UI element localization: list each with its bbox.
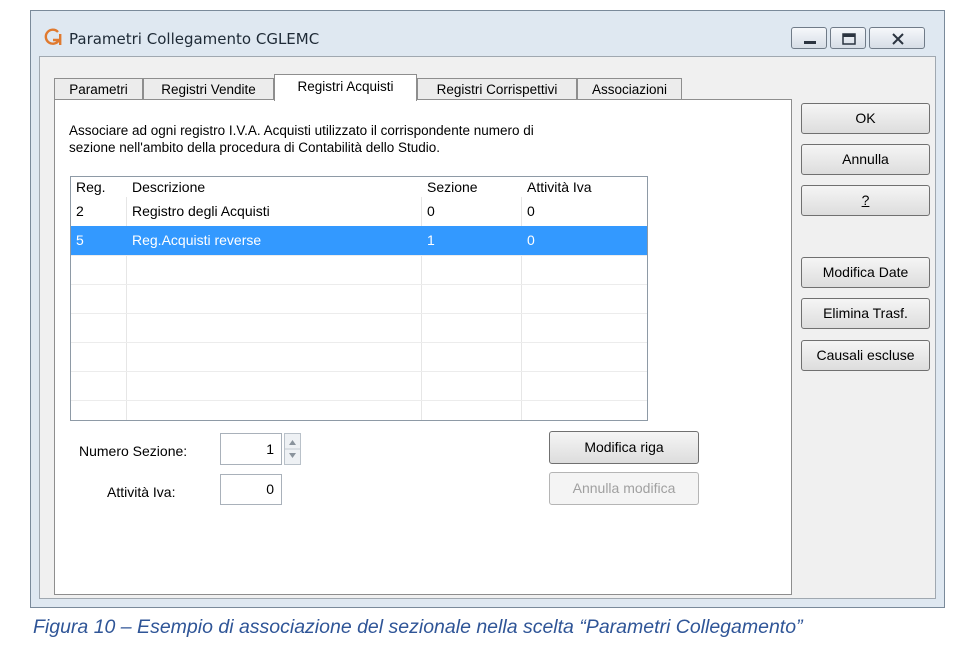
- attivita-iva-input[interactable]: 0: [220, 474, 282, 505]
- registri-table[interactable]: Reg. Descrizione Sezione Attività Iva 2: [70, 176, 648, 421]
- row-divider: [71, 400, 647, 401]
- row-divider: [71, 255, 647, 256]
- cell-reg: 5: [76, 232, 84, 248]
- table-row-selected[interactable]: 5 Reg.Acquisti reverse 1 0: [71, 226, 647, 255]
- instruction-line-2: sezione nell'ambito della procedura di C…: [69, 140, 441, 155]
- minimize-icon: [804, 41, 816, 44]
- minimize-button[interactable]: [791, 27, 827, 49]
- causali-escluse-button[interactable]: Causali escluse: [801, 340, 930, 371]
- instruction-line-1: Associare ad ogni registro I.V.A. Acquis…: [69, 123, 534, 138]
- elimina-trasf-button[interactable]: Elimina Trasf.: [801, 298, 930, 329]
- help-button[interactable]: ?: [801, 185, 930, 216]
- numero-sezione-spinner[interactable]: [284, 433, 301, 465]
- tab-parametri[interactable]: Parametri: [54, 78, 143, 100]
- close-icon: [892, 33, 904, 45]
- attivita-iva-label: Attività Iva:: [107, 484, 176, 500]
- app-logo-icon: [44, 28, 62, 45]
- ok-button[interactable]: OK: [801, 103, 930, 134]
- tab-registri-acquisti[interactable]: Registri Acquisti: [274, 74, 417, 101]
- numero-sezione-input[interactable]: 1: [220, 433, 282, 465]
- cell-descrizione: Registro degli Acquisti: [132, 203, 270, 219]
- figure-caption: Figura 10 – Esempio di associazione del …: [33, 616, 803, 638]
- row-divider: [71, 342, 647, 343]
- table-row[interactable]: 2 Registro degli Acquisti 0 0: [71, 197, 647, 226]
- numero-sezione-label: Numero Sezione:: [79, 443, 188, 459]
- tab-panel-registri-acquisti: Associare ad ogni registro I.V.A. Acquis…: [54, 99, 792, 595]
- modifica-date-button[interactable]: Modifica Date: [801, 257, 930, 288]
- cell-reg: 2: [76, 203, 84, 219]
- window-title: Parametri Collegamento CGLEMC: [69, 30, 320, 48]
- spinner-arrows-icon: [285, 440, 300, 458]
- column-header-attivita-iva[interactable]: Attività Iva: [522, 177, 648, 197]
- restore-button[interactable]: [830, 27, 866, 49]
- restore-icon: [842, 33, 856, 45]
- modifica-riga-button[interactable]: Modifica riga: [549, 431, 699, 464]
- close-button[interactable]: [869, 27, 925, 49]
- annulla-modifica-button[interactable]: Annulla modifica: [549, 472, 699, 505]
- row-divider: [71, 313, 647, 314]
- dialog-window: Parametri Collegamento CGLEMC Parametri …: [30, 10, 945, 608]
- row-divider: [71, 371, 647, 372]
- tab-registri-vendite[interactable]: Registri Vendite: [143, 78, 274, 100]
- title-bar[interactable]: Parametri Collegamento CGLEMC: [31, 11, 944, 61]
- cell-sezione: 0: [427, 203, 435, 219]
- column-header-sezione[interactable]: Sezione: [422, 177, 522, 197]
- annulla-button[interactable]: Annulla: [801, 144, 930, 175]
- column-header-reg[interactable]: Reg.: [71, 177, 127, 197]
- dialog-client-area: Parametri Registri Vendite Registri Acqu…: [39, 56, 936, 599]
- tab-associazioni[interactable]: Associazioni: [577, 78, 682, 100]
- cell-attivita-iva: 0: [527, 232, 535, 248]
- cell-attivita-iva: 0: [527, 203, 535, 219]
- table-header: Reg. Descrizione Sezione Attività Iva: [71, 177, 647, 197]
- instruction-text: Associare ad ogni registro I.V.A. Acquis…: [69, 122, 689, 156]
- cell-descrizione: Reg.Acquisti reverse: [132, 232, 262, 248]
- row-divider: [71, 284, 647, 285]
- tab-registri-corrispettivi[interactable]: Registri Corrispettivi: [417, 78, 577, 100]
- cell-sezione: 1: [427, 232, 435, 248]
- column-header-descrizione[interactable]: Descrizione: [127, 177, 422, 197]
